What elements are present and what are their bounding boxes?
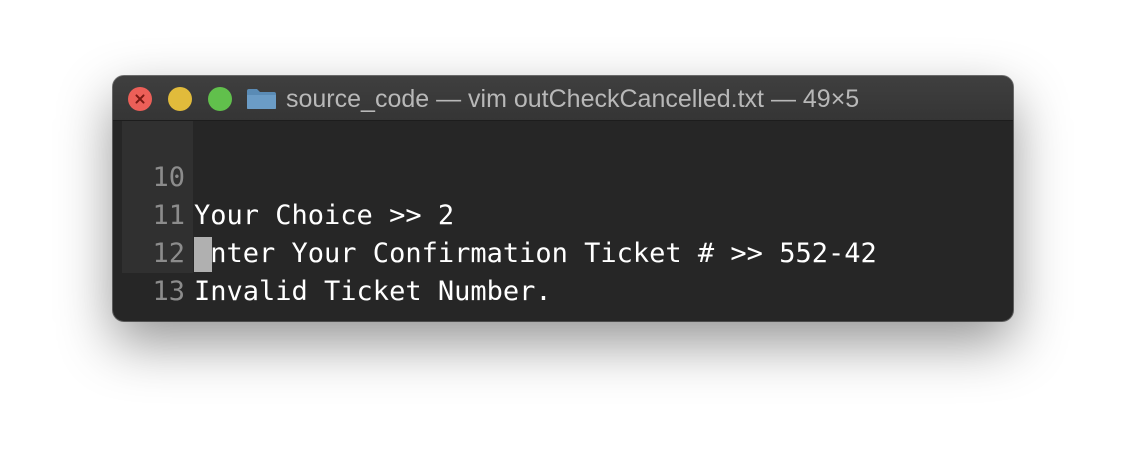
editor-line[interactable]: 10 Your Choice >> 2 (121, 121, 1005, 231)
editor-line[interactable]: 11 Enter Your Confirmation Ticket # >> 5… (121, 159, 1005, 269)
folder-icon (247, 89, 276, 109)
title-bar[interactable]: source_code — vim outCheckCancelled.txt … (113, 76, 1013, 121)
text-cursor (194, 237, 212, 272)
close-button[interactable] (128, 87, 152, 111)
editor-line[interactable]: 12 Invalid Ticket Number. (121, 197, 1005, 307)
zoom-button[interactable] (208, 87, 232, 111)
editor-line[interactable]: 13 (121, 235, 1005, 307)
terminal-window: source_code — vim outCheckCancelled.txt … (113, 76, 1013, 321)
minimize-button[interactable] (168, 87, 192, 111)
window-title: source_code — vim outCheckCancelled.txt … (286, 85, 860, 113)
vim-editor[interactable]: 10 Your Choice >> 2 11 Enter Your Confir… (121, 121, 1005, 311)
desktop-background: source_code — vim outCheckCancelled.txt … (0, 0, 1126, 470)
line-number: 13 (152, 276, 185, 307)
